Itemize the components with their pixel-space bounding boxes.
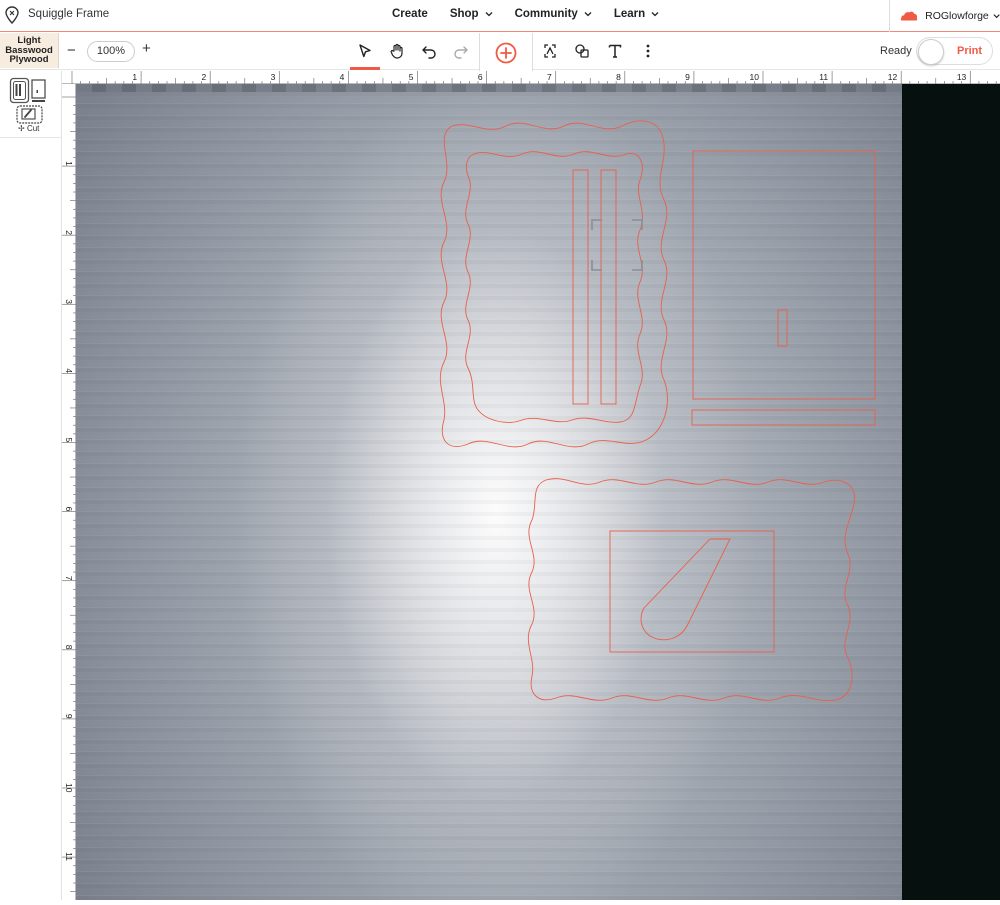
ruler-left-label: 8	[64, 645, 74, 650]
pan-hand-icon	[390, 43, 403, 59]
selection-corner-bl	[591, 260, 602, 271]
selection-corner-br	[632, 260, 643, 271]
ruler-left-label: 3	[64, 299, 74, 304]
ruler-top-ticks: 1 2 3 4 5 6 7 8 9 10 11 12 13	[71, 71, 997, 84]
text-icon	[608, 44, 622, 58]
base-strip-cut[interactable]	[691, 409, 876, 426]
account-menu[interactable]: ROGlowforge	[889, 0, 1000, 32]
more-options-button[interactable]	[638, 41, 658, 61]
print-toggle-knob	[918, 39, 944, 65]
ruler-top-label: 12	[888, 72, 898, 82]
ruler-left-label: 6	[64, 507, 74, 512]
ruler-top-label: 7	[547, 72, 552, 82]
design-thumbnail[interactable]	[9, 77, 52, 129]
redo-button[interactable]	[451, 41, 471, 61]
nav-community[interactable]: Community	[515, 8, 592, 20]
nav-create-label: Create	[392, 8, 428, 20]
select-tool-button[interactable]	[355, 41, 375, 61]
ruler-left-label: 10	[64, 783, 74, 793]
selection-corner-tl	[591, 219, 602, 230]
nav-learn-label: Learn	[613, 8, 646, 20]
ruler-top-label: 3	[271, 72, 276, 82]
thumbnail-panel: ✢ Cut	[0, 71, 62, 900]
chevron-down-icon	[485, 12, 493, 17]
text-tool-button[interactable]	[605, 41, 625, 61]
shapes-tool-button[interactable]	[572, 41, 592, 61]
nav-community-label: Community	[514, 8, 578, 20]
add-circle-icon	[495, 42, 517, 63]
add-artwork-button[interactable]	[479, 33, 533, 73]
ruler-left-label: 5	[64, 438, 74, 443]
print-button[interactable]: Print	[916, 37, 993, 65]
zoom-in-button[interactable]: +	[142, 40, 151, 57]
support-strip-cut[interactable]	[572, 169, 589, 405]
stand-frame-outer-cut[interactable]	[527, 478, 856, 702]
back-slot-cut[interactable]	[777, 309, 788, 347]
zoom-out-button[interactable]: −	[67, 42, 76, 59]
main-nav: Create Shop Community Learn	[392, 8, 681, 20]
document-title[interactable]: Squiggle Frame	[28, 8, 109, 20]
trace-icon	[544, 44, 556, 58]
ruler-left-label: 1	[64, 161, 74, 166]
ruler-left-ticks: 1 2 3 4 5 6 7 8 9 10 11	[62, 96, 76, 893]
undo-icon	[422, 46, 436, 59]
ruler-left: 1 2 3 4 5 6 7 8 9 10 11	[62, 84, 76, 900]
ruler-top-label: 6	[478, 72, 483, 82]
pan-tool-button[interactable]	[387, 41, 407, 61]
ruler-top-label: 13	[957, 72, 967, 82]
machine-status: Ready	[880, 45, 912, 57]
undo-button[interactable]	[419, 41, 439, 61]
cloud-logo-icon	[900, 11, 918, 21]
ruler-left-label: 9	[64, 714, 74, 719]
support-strip-cut[interactable]	[600, 169, 617, 405]
toolbar: Light Basswood Plywood − 100% + Ready Pr…	[0, 33, 1000, 73]
operation-label: ✢ Cut	[18, 124, 40, 133]
nav-learn[interactable]: Learn	[614, 8, 659, 20]
ruler-left-label: 2	[64, 230, 74, 235]
material-selector[interactable]: Light Basswood Plywood	[0, 33, 59, 68]
ruler-left-label: 11	[64, 852, 74, 861]
ruler-top: 1 2 3 4 5 6 7 8 9 10 11 12 13	[62, 71, 1000, 84]
top-navigation-bar: Squiggle Frame Create Shop Community Lea…	[0, 0, 1000, 32]
print-label: Print	[957, 45, 983, 57]
ruler-top-label: 2	[201, 72, 206, 82]
ruler-top-label: 11	[819, 72, 828, 82]
bed-canvas[interactable]	[76, 84, 1000, 900]
account-name: ROGlowforge	[925, 10, 989, 22]
nav-shop-label: Shop	[449, 8, 479, 20]
operation-label-text: Cut	[26, 124, 40, 133]
nav-shop[interactable]: Shop	[450, 8, 493, 20]
stand-inner-panel-cut[interactable]	[609, 530, 775, 653]
chevron-down-icon	[584, 12, 592, 17]
ruler-left-label: 7	[64, 576, 74, 581]
nav-create[interactable]: Create	[392, 8, 428, 20]
ruler-top-label: 9	[685, 72, 690, 82]
ruler-top-label: 8	[616, 72, 621, 82]
chevron-down-icon	[993, 14, 1000, 19]
ruler-left-label: 4	[64, 368, 74, 373]
chevron-down-icon	[651, 12, 659, 17]
active-tool-indicator	[350, 67, 380, 70]
select-arrow-icon	[359, 44, 371, 58]
stand-slot-cut[interactable]	[640, 538, 731, 641]
glowforge-logo-icon[interactable]	[5, 6, 19, 24]
more-vertical-icon	[646, 44, 650, 58]
zoom-level-field[interactable]: 100%	[87, 41, 135, 62]
divider	[0, 137, 62, 138]
frame-front-outer-cut[interactable]	[439, 120, 668, 448]
design-artwork[interactable]	[76, 84, 1000, 900]
material-line-3: Plywood	[9, 54, 49, 65]
back-panel-cut[interactable]	[692, 150, 876, 400]
trace-tool-button[interactable]	[540, 41, 560, 61]
ruler-top-label: 10	[750, 72, 760, 82]
ruler-top-label: 5	[409, 72, 414, 82]
ruler-top-label: 1	[132, 72, 137, 82]
redo-icon	[454, 46, 468, 59]
shapes-icon	[575, 44, 589, 58]
ruler-top-label: 4	[340, 72, 345, 82]
